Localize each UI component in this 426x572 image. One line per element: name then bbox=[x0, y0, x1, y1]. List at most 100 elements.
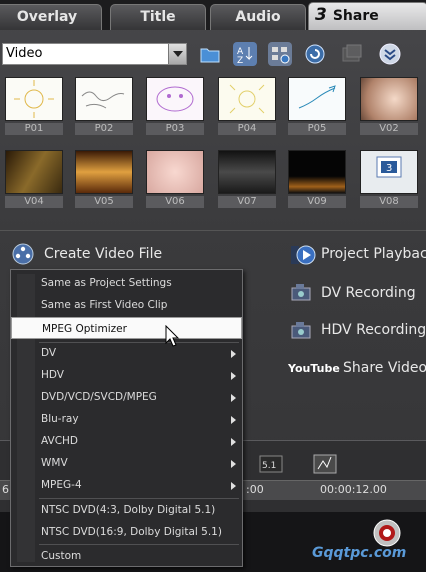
submenu-arrow-icon bbox=[231, 438, 236, 446]
clip-thumbnail[interactable]: 3 bbox=[360, 150, 418, 194]
tab-label: Title bbox=[140, 9, 176, 25]
submenu-arrow-icon bbox=[231, 482, 236, 490]
menu-item-mpeg-optimizer[interactable]: MPEG Optimizer bbox=[11, 317, 242, 339]
menu-item-label: MPEG Optimizer bbox=[42, 323, 127, 335]
menu-item-label: Blu-ray bbox=[41, 413, 79, 425]
app-window: Overlay Title Audio 3 Share Video AZ P01… bbox=[0, 0, 426, 572]
create-video-file-icon[interactable] bbox=[12, 243, 38, 265]
menu-item-dv[interactable]: DV bbox=[11, 342, 242, 364]
clip-thumbnail[interactable] bbox=[218, 150, 276, 194]
tab-label: Share bbox=[332, 8, 379, 24]
clip-thumbnail[interactable] bbox=[146, 150, 204, 194]
library-dropdown-value: Video bbox=[6, 46, 43, 61]
menu-item-dvd-vcd-svcd-mpeg[interactable]: DVD/VCD/SVCD/MPEG bbox=[11, 386, 242, 408]
clip-label: V02 bbox=[360, 123, 418, 135]
step-number: 3 bbox=[315, 5, 327, 25]
tab-title[interactable]: Title bbox=[110, 4, 206, 30]
watermark-text: Gqqtpc.com bbox=[312, 545, 407, 561]
hdv-recording-label[interactable]: HDV Recording bbox=[321, 322, 426, 338]
clip-label: V06 bbox=[146, 196, 204, 208]
submenu-arrow-icon bbox=[231, 350, 236, 358]
tab-bar: Overlay Title Audio 3 Share bbox=[0, 0, 426, 30]
clip-label: V08 bbox=[360, 196, 418, 208]
thumbnail-view-icon[interactable] bbox=[268, 42, 292, 66]
clip-label: V07 bbox=[218, 196, 276, 208]
clip-thumbnail[interactable] bbox=[5, 150, 63, 194]
clip-thumbnail[interactable] bbox=[5, 77, 63, 121]
youtube-wordmark: YouTube bbox=[288, 362, 340, 375]
tab-label: Audio bbox=[235, 9, 281, 25]
menu-item-label: MPEG-4 bbox=[41, 479, 82, 491]
menu-item-mpeg-4[interactable]: MPEG-4 bbox=[11, 474, 242, 496]
menu-item-label: Same as First Video Clip bbox=[41, 299, 168, 311]
submenu-arrow-icon bbox=[231, 372, 236, 380]
menu-item-label: DV bbox=[41, 347, 57, 359]
clip-label: V04 bbox=[5, 196, 63, 208]
library-dropdown[interactable]: Video bbox=[2, 43, 187, 65]
project-playback-label[interactable]: Project Playback bbox=[321, 246, 426, 262]
dv-recording-icon[interactable] bbox=[290, 282, 316, 304]
tab-audio[interactable]: Audio bbox=[210, 4, 306, 30]
menu-item-custom[interactable]: Custom bbox=[11, 545, 242, 567]
clip-label: P04 bbox=[218, 123, 276, 135]
menu-item-label: Same as Project Settings bbox=[41, 277, 172, 289]
clip-label: P03 bbox=[146, 123, 204, 135]
clip-thumbnail[interactable] bbox=[288, 77, 346, 121]
menu-item-hdv[interactable]: HDV bbox=[11, 364, 242, 386]
submenu-arrow-icon bbox=[231, 394, 236, 402]
expand-icon[interactable] bbox=[378, 42, 402, 66]
clip-label: V09 bbox=[288, 196, 346, 208]
menu-item-label: NTSC DVD(4:3, Dolby Digital 5.1) bbox=[41, 504, 216, 516]
ruler-label: 00:00:12.00 bbox=[320, 483, 387, 496]
menu-item-ntsc-dvd-4-3[interactable]: NTSC DVD(4:3, Dolby Digital 5.1) bbox=[11, 499, 242, 521]
ruler-label: :00 bbox=[246, 483, 264, 496]
clip-thumbnail[interactable] bbox=[75, 150, 133, 194]
clip-thumbnail[interactable] bbox=[75, 77, 133, 121]
project-playback-icon[interactable] bbox=[290, 244, 316, 266]
menu-item-label: WMV bbox=[41, 457, 68, 469]
menu-item-same-as-project-settings[interactable]: Same as Project Settings bbox=[11, 272, 242, 294]
mouse-cursor-icon bbox=[165, 324, 181, 349]
menu-item-label: HDV bbox=[41, 369, 64, 381]
clip-label: P05 bbox=[288, 123, 346, 135]
watermark-logo bbox=[372, 518, 402, 548]
menu-item-label: Custom bbox=[41, 550, 82, 562]
menu-item-ntsc-dvd-16-9[interactable]: NTSC DVD(16:9, Dolby Digital 5.1) bbox=[11, 521, 242, 543]
create-video-file-menu: Same as Project Settings Same as First V… bbox=[10, 269, 243, 567]
clip-thumbnail[interactable] bbox=[218, 77, 276, 121]
surround-badge: 5.1 bbox=[262, 461, 276, 471]
clip-thumbnail[interactable] bbox=[288, 150, 346, 194]
surround-sound-icon[interactable]: 5.1 bbox=[258, 453, 292, 475]
capture-icon[interactable] bbox=[303, 42, 327, 66]
share-video-label[interactable]: Share Video O bbox=[343, 360, 426, 376]
hdv-recording-icon[interactable] bbox=[290, 320, 316, 342]
chevron-down-icon[interactable] bbox=[168, 44, 186, 64]
svg-text:3: 3 bbox=[386, 163, 392, 174]
tab-overlay[interactable]: Overlay bbox=[0, 4, 102, 30]
divider bbox=[0, 230, 426, 231]
youtube-logo[interactable]: YouTube bbox=[288, 362, 340, 378]
menu-item-label: AVCHD bbox=[41, 435, 79, 447]
menu-item-blu-ray[interactable]: Blu-ray bbox=[11, 408, 242, 430]
clip-label: V05 bbox=[75, 196, 133, 208]
tab-share[interactable]: 3 Share bbox=[308, 2, 426, 30]
svg-text:Z: Z bbox=[237, 56, 243, 66]
menu-item-label: DVD/VCD/SVCD/MPEG bbox=[41, 391, 157, 403]
clip-thumbnail[interactable] bbox=[146, 77, 204, 121]
submenu-arrow-icon bbox=[231, 416, 236, 424]
submenu-arrow-icon bbox=[231, 460, 236, 468]
chapter-icon[interactable] bbox=[312, 453, 340, 475]
clip-label: P02 bbox=[75, 123, 133, 135]
create-video-file-label[interactable]: Create Video File bbox=[44, 246, 162, 262]
dv-recording-label[interactable]: DV Recording bbox=[321, 285, 416, 301]
menu-item-avchd[interactable]: AVCHD bbox=[11, 430, 242, 452]
tab-label: Overlay bbox=[16, 9, 78, 25]
import-icon[interactable] bbox=[340, 42, 364, 66]
clip-thumbnail[interactable] bbox=[360, 77, 418, 121]
menu-item-wmv[interactable]: WMV bbox=[11, 452, 242, 474]
folder-icon[interactable] bbox=[198, 42, 222, 66]
sort-icon[interactable]: AZ bbox=[233, 42, 257, 66]
menu-item-same-as-first-video-clip[interactable]: Same as First Video Clip bbox=[11, 294, 242, 316]
menu-item-label: NTSC DVD(16:9, Dolby Digital 5.1) bbox=[41, 526, 222, 538]
library-toolbar: Video AZ bbox=[0, 40, 426, 70]
